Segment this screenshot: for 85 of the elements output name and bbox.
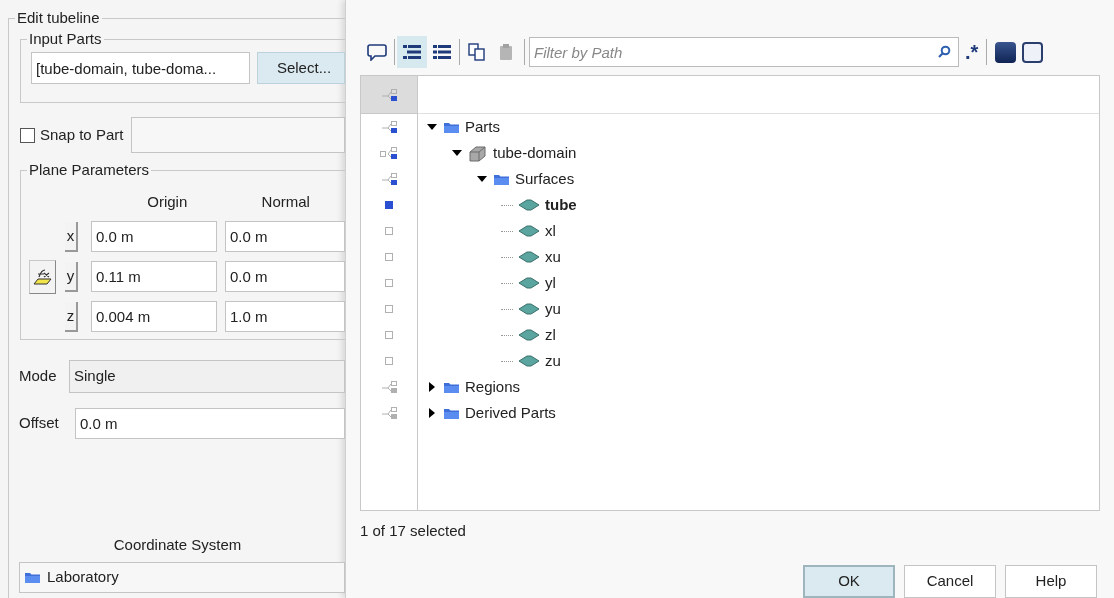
tree-row[interactable]: zu (418, 348, 1099, 374)
select-checkbox-icon[interactable] (384, 200, 394, 210)
select-checkbox-icon[interactable] (384, 278, 394, 288)
normal-field[interactable]: 0.0 m (225, 221, 345, 252)
coordinate-system-label: Coordinate System (113, 535, 242, 555)
part-field[interactable] (131, 117, 345, 153)
node-label: Derived Parts (465, 402, 556, 423)
filter-field[interactable]: Filter by Path (529, 37, 959, 67)
tree-row[interactable]: zl (418, 322, 1099, 348)
surface-icon (518, 251, 540, 263)
select-checkbox-icon[interactable] (384, 356, 394, 366)
mode-dropdown[interactable]: Single (69, 360, 345, 393)
regex-toggle[interactable]: .* (965, 42, 979, 62)
snap-to-part-checkbox[interactable]: Snap to Part (20, 123, 124, 147)
tree-row[interactable]: tube-domain (418, 140, 1099, 166)
tree-row[interactable]: tube (418, 192, 1099, 218)
axis-button[interactable]: y (65, 261, 78, 292)
folder-icon (443, 406, 460, 420)
search-icon[interactable] (937, 45, 951, 59)
origin-field[interactable]: 0.11 m (91, 261, 217, 292)
folder-icon (443, 120, 460, 134)
origin-field[interactable]: 0.0 m (91, 221, 217, 252)
select-button[interactable]: Select... (256, 52, 345, 84)
node-label: zu (545, 350, 561, 371)
folder-icon (24, 570, 41, 584)
tree-row[interactable]: yu (418, 296, 1099, 322)
folder-icon (493, 172, 510, 186)
node-label: yu (545, 298, 561, 319)
surface-icon (518, 303, 540, 315)
node-label: tube (545, 194, 577, 215)
select-checkbox-icon[interactable] (384, 252, 394, 262)
tree-row[interactable]: Surfaces (418, 166, 1099, 192)
surface-icon (518, 355, 540, 367)
axis-button[interactable]: z (65, 301, 78, 332)
tree-row[interactable]: Regions (418, 374, 1099, 400)
formula-plane-icon (32, 268, 53, 285)
node-label: xl (545, 220, 556, 241)
column-header: Normal (260, 192, 311, 212)
surface-icon (518, 199, 540, 211)
origin-field[interactable]: 0.004 m (91, 301, 217, 332)
node-label: xu (545, 246, 561, 267)
node-label: zl (545, 324, 556, 345)
select-branch-icon[interactable] (379, 146, 399, 160)
node-label: Surfaces (515, 168, 575, 189)
surface-icon (518, 329, 540, 341)
node-label: Parts (465, 116, 500, 137)
select-branch-icon[interactable] (379, 120, 399, 134)
selection-status: 1 of 17 selected (360, 521, 467, 541)
dialog-button[interactable]: Cancel (904, 565, 996, 598)
dialog-button[interactable]: OK (803, 565, 895, 598)
normal-field[interactable]: 1.0 m (225, 301, 345, 332)
list-icon (432, 44, 452, 60)
axis-button[interactable]: x (65, 221, 78, 252)
speech-bubble-icon (367, 43, 387, 61)
copy-icon (467, 43, 487, 61)
folder-icon (443, 380, 460, 394)
tree-row[interactable]: xu (418, 244, 1099, 270)
column-header: Origin (146, 192, 189, 212)
block-icon (468, 144, 488, 162)
tree-view-icon (402, 44, 422, 60)
select-branch-icon[interactable] (379, 172, 399, 186)
mode-label: Mode (18, 366, 58, 387)
surface-icon (518, 225, 540, 237)
offset-field[interactable]: 0.0 m (75, 408, 345, 439)
coordinate-system-dropdown[interactable]: Laboratory (19, 561, 345, 593)
node-label: yl (545, 272, 556, 293)
normal-field[interactable]: 0.0 m (225, 261, 345, 292)
select-all-button[interactable] (995, 41, 1017, 63)
tree-row[interactable]: Parts (418, 114, 1099, 140)
select-none-button[interactable] (1022, 41, 1044, 63)
surface-icon (518, 277, 540, 289)
node-label: Regions (465, 376, 521, 397)
tree-row[interactable]: yl (418, 270, 1099, 296)
tree-row[interactable]: Derived Parts (418, 400, 1099, 426)
select-checkbox-icon[interactable] (384, 226, 394, 236)
select-branch-icon[interactable] (379, 87, 399, 102)
node-label: tube-domain (493, 142, 577, 163)
tree-view-tool-button[interactable] (397, 36, 427, 68)
select-checkbox-icon[interactable] (384, 330, 394, 340)
offset-label: Offset (18, 413, 60, 434)
input-parts-field[interactable]: [tube-domain, tube-doma... (31, 52, 250, 84)
select-checkbox-icon[interactable] (384, 304, 394, 314)
tree-row[interactable]: xl (418, 218, 1099, 244)
formula-button[interactable] (29, 259, 56, 294)
dialog-button[interactable]: Help (1005, 565, 1097, 598)
